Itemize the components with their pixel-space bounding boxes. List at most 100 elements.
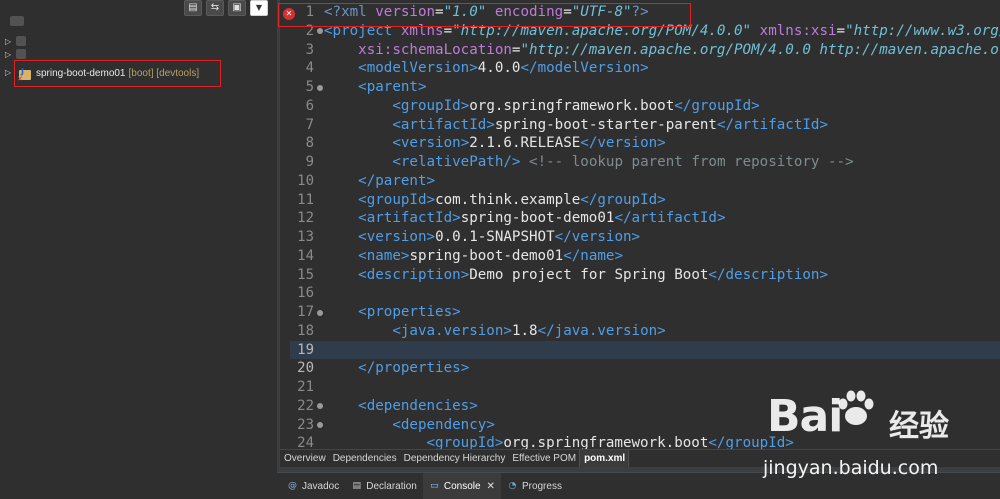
line-number: 8 (305, 135, 314, 152)
xml-tag-name: artifactId (631, 210, 717, 227)
tab-dependency-hierarchy[interactable]: Dependency Hierarchy (400, 450, 509, 467)
line-number: 3 (305, 41, 314, 58)
tab-pom-xml[interactable]: pom.xml (579, 450, 630, 467)
pom-xml-editor[interactable]: 1 2 3 4 5 6 7 8 9 10 11 12 13 14 15 16 17 18 19 20 21 22 23 24 … (280, 0, 1000, 449)
code-line: <modelVersion>4.0.0</modelVersion> (358, 60, 649, 77)
code-line: <properties> (358, 304, 461, 320)
xml-tag-name: java.version (400, 322, 504, 339)
annotation-ruler (280, 0, 290, 449)
xml-tag-name: modelVersion (366, 60, 470, 77)
line-number: 11 (297, 191, 314, 208)
line-number: 16 (297, 285, 314, 302)
tab-console-label: Console (443, 480, 481, 492)
xml-attr: xsi:schemaLocation (358, 41, 512, 58)
explorer-toolbar: ▤ ⇆ ▣ ▼ (184, 0, 268, 18)
xml-text-value: com.think.example (435, 191, 581, 208)
xml-text-value: spring-boot-starter-parent (494, 116, 717, 133)
code-line: <artifactId>spring-boot-starter-parent</… (392, 116, 829, 133)
tab-javadoc-label: Javadoc (302, 480, 340, 492)
code-line: <artifactId>spring-boot-demo01</artifact… (358, 210, 726, 227)
collapse-all-icon[interactable]: ▤ (184, 0, 202, 16)
expand-arrow-icon[interactable]: ▷ (5, 37, 13, 46)
xml-text-value: org.springframework.boot (503, 435, 709, 449)
close-icon[interactable]: ✕ (487, 481, 495, 492)
collapse-all-glyph: ▤ (188, 2, 198, 13)
bottom-view-tabs: @ Javadoc ▤ Declaration ▭ Console ✕ ◔ Pr… (277, 472, 1000, 499)
xml-text-value: spring-boot-demo01 (460, 210, 615, 227)
tab-dependencies[interactable]: Dependencies (329, 450, 400, 467)
xml-tag-name: groupId (725, 435, 786, 449)
error-icon[interactable]: ✕ (283, 8, 295, 20)
xml-tag-name: name (366, 247, 401, 264)
fold-toggle-icon[interactable] (317, 403, 323, 410)
xml-tag-name: version (366, 229, 427, 245)
code-line: <description>Demo project for Spring Boo… (358, 266, 829, 283)
fold-toggle-icon[interactable] (317, 84, 323, 91)
xml-tag-name: java.version (554, 322, 658, 339)
tab-javadoc[interactable]: @ Javadoc (281, 473, 345, 499)
xml-tag-name: name (580, 247, 615, 264)
expand-arrow-icon[interactable]: ▷ (5, 68, 13, 77)
tab-progress-label: Progress (521, 480, 562, 492)
code-line: <version>0.0.1-SNAPSHOT</version> (358, 229, 641, 245)
redacted-item (10, 16, 24, 26)
code-line: </parent> (358, 172, 436, 189)
xml-tag-name: parent (375, 172, 427, 189)
maven-project-icon: J ✕ (17, 67, 33, 83)
xml-attr: xmlns:xsi (751, 22, 837, 39)
line-number: 5 (305, 79, 314, 95)
line-number: 21 (297, 379, 314, 395)
tab-console[interactable]: ▭ Console ✕ (422, 473, 501, 499)
fold-toggle-icon[interactable] (317, 422, 323, 428)
focus-glyph: ▣ (232, 2, 242, 13)
code-line: <relativePath/> <!-- lookup parent from … (392, 154, 854, 170)
xml-tag-name: properties (366, 304, 453, 320)
xml-tag-name: groupId (366, 191, 427, 208)
xml-tag-name: artifactId (366, 210, 453, 227)
line-number: 19 (297, 341, 314, 358)
tab-progress[interactable]: ◔ Progress (501, 473, 568, 499)
line-number: 22 (297, 397, 314, 414)
expand-arrow-icon[interactable]: ▷ (5, 50, 13, 59)
line-number: 20 (297, 360, 314, 377)
tree-item-spring-boot-demo01[interactable]: J ✕ spring-boot-demo01 [boot] [devtools] (14, 60, 221, 87)
line-number: 10 (297, 172, 314, 189)
xml-tag-name: parent (366, 79, 418, 95)
xml-tag-name: dependency (400, 416, 487, 433)
code-line: <dependencies> (358, 397, 478, 414)
declaration-icon: ▤ (352, 480, 361, 491)
tab-overview[interactable]: Overview (280, 450, 329, 467)
console-icon: ▭ (430, 480, 439, 491)
xml-comment: <!-- lookup parent from repository --> (529, 154, 854, 170)
xml-text-value: 1.8 (511, 322, 538, 339)
link-with-editor-icon[interactable]: ⇆ (206, 0, 224, 16)
line-number: 9 (305, 154, 314, 170)
fold-toggle-icon[interactable] (317, 28, 323, 35)
line-number: 12 (297, 210, 314, 227)
editor-page-tabs: Overview Dependencies Dependency Hierarc… (280, 449, 1000, 467)
project-tags: [boot] [devtools] (128, 68, 200, 79)
error-highlight-box (278, 3, 691, 27)
line-number: 17 (297, 304, 314, 320)
tree-item-project-arrow[interactable]: ▷ (5, 64, 13, 80)
line-number: 13 (297, 229, 314, 245)
line-number: 4 (305, 60, 314, 77)
view-menu-icon[interactable]: ▼ (250, 0, 268, 16)
focus-icon[interactable]: ▣ (228, 0, 246, 16)
xml-tag-name: artifactId (734, 116, 820, 133)
redacted-icon (16, 49, 26, 59)
xml-text-value: spring-boot-demo01 (409, 247, 564, 264)
code-line: xsi:schemaLocation="http://maven.apache.… (324, 41, 1000, 60)
code-area[interactable]: <?xml version="1.0" encoding="UTF-8"?> <p… (324, 0, 1000, 449)
tab-effective-pom[interactable]: Effective POM (508, 450, 579, 467)
fold-toggle-icon[interactable] (317, 309, 323, 316)
xml-text-value: org.springframework.boot (469, 97, 675, 114)
code-line: <java.version>1.8</java.version> (392, 322, 666, 339)
view-menu-glyph: ▼ (255, 3, 263, 12)
xml-tag-name: artifactId (400, 116, 487, 133)
xml-tag-name: groupId (400, 97, 461, 114)
xml-text-value: 0.0.1-SNAPSHOT (435, 229, 555, 245)
tab-declaration[interactable]: ▤ Declaration (345, 473, 423, 499)
